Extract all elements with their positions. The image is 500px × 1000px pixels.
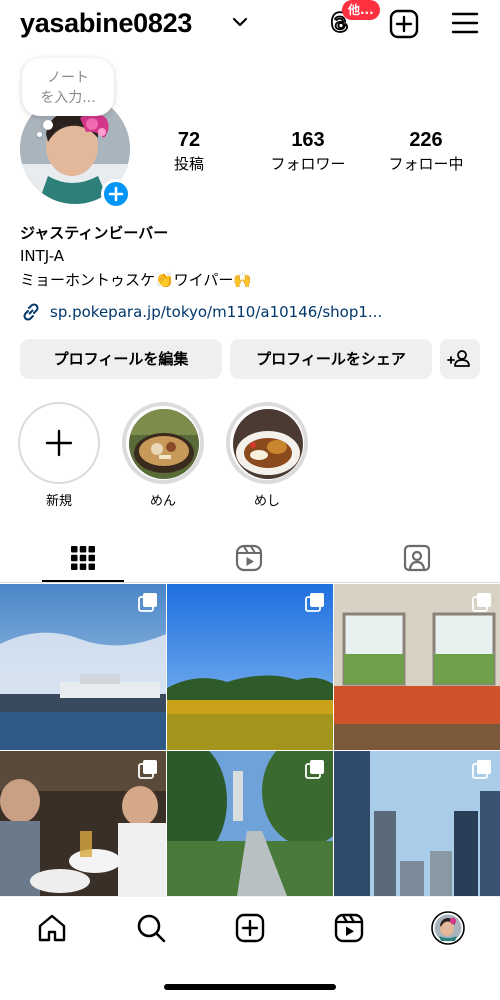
chevron-down-icon[interactable] (232, 14, 248, 30)
note-bubble-tail (43, 120, 53, 130)
profile-avatar (431, 911, 465, 945)
bottom-navigation (0, 896, 500, 958)
add-person-icon (447, 350, 470, 367)
create-icon (235, 913, 265, 943)
grid-icon (71, 546, 95, 570)
multiple-posts-icon (138, 760, 157, 779)
stat-posts[interactable]: 72 投稿 (139, 128, 239, 175)
multiple-posts-icon (138, 593, 157, 612)
stat-following-count: 226 (409, 129, 443, 151)
tab-tagged[interactable] (376, 533, 458, 583)
search-icon (137, 914, 166, 943)
bio-link-text[interactable]: sp.pokepara.jp/tokyo/m110/a10146/shop1..… (50, 303, 382, 321)
bio-text-line2: ミョーホントゥスケ👏ワイパー🙌 (20, 271, 253, 289)
link-icon (23, 303, 39, 321)
highlight-meshi[interactable]: めし (226, 402, 308, 509)
post-thumbnail[interactable] (167, 584, 333, 750)
stat-followers[interactable]: 163 フォロワー (258, 128, 358, 175)
create-icon[interactable] (389, 9, 419, 39)
highlight-new[interactable]: 新規 (18, 402, 100, 509)
add-story-button[interactable] (101, 179, 131, 209)
home-indicator[interactable] (164, 984, 336, 990)
profile-header: yasabine0823 他... (0, 0, 500, 50)
profile-tabs (0, 533, 500, 583)
tagged-icon (403, 544, 431, 572)
plus-icon (45, 429, 73, 457)
bio-text-line1: INTJ-A (20, 247, 65, 265)
edit-profile-button[interactable]: プロフィールを編集 (20, 339, 222, 379)
username-title[interactable]: yasabine0823 (20, 8, 192, 39)
active-tab-indicator (42, 580, 124, 582)
stat-posts-label: 投稿 (173, 155, 204, 173)
nav-create[interactable] (233, 911, 267, 945)
highlight-new-label: 新規 (45, 494, 72, 509)
reels-icon (334, 913, 364, 943)
highlight-meshi-label: めし (253, 494, 280, 509)
highlight-meshi-thumbnail (233, 409, 303, 479)
tab-reels[interactable] (208, 533, 290, 583)
share-profile-button[interactable]: プロフィールをシェア (230, 339, 432, 379)
posts-grid (0, 584, 500, 896)
discover-people-button[interactable] (440, 339, 480, 379)
post-thumbnail[interactable] (334, 584, 500, 750)
home-icon (38, 914, 66, 942)
plus-icon (108, 186, 124, 202)
stat-followers-label: フォロワー (270, 155, 346, 173)
multiple-posts-icon (472, 760, 491, 779)
note-bubble-tail-small (37, 132, 42, 137)
nav-profile[interactable] (431, 911, 465, 945)
menu-icon[interactable] (451, 11, 479, 35)
multiple-posts-icon (472, 593, 491, 612)
post-thumbnail[interactable] (0, 584, 166, 750)
highlight-men-thumbnail (129, 409, 199, 479)
stat-followers-count: 163 (291, 129, 325, 151)
multiple-posts-icon (305, 593, 324, 612)
post-thumbnail[interactable] (167, 751, 333, 896)
stat-following[interactable]: 226 フォロー中 (376, 128, 476, 175)
nav-search[interactable] (134, 911, 168, 945)
post-thumbnail[interactable] (334, 751, 500, 896)
profile-display-name: ジャスティンビーバー (20, 224, 169, 242)
multiple-posts-icon (305, 760, 324, 779)
threads-notification-badge[interactable]: 他... (342, 0, 380, 20)
nav-home[interactable] (35, 911, 69, 945)
note-input-bubble[interactable]: ノート を入力... (22, 58, 114, 116)
bio-link[interactable]: sp.pokepara.jp/tokyo/m110/a10146/shop1..… (20, 301, 382, 323)
note-placeholder-line1: ノート (47, 70, 89, 86)
tab-posts-grid[interactable] (42, 533, 124, 583)
highlight-men-label: めん (149, 494, 176, 509)
note-placeholder-line2: を入力... (40, 90, 96, 106)
stat-posts-count: 72 (177, 129, 201, 151)
highlight-men[interactable]: めん (122, 402, 204, 509)
reels-icon (235, 544, 263, 572)
stat-following-label: フォロー中 (388, 155, 464, 173)
nav-reels[interactable] (332, 911, 366, 945)
post-thumbnail[interactable] (0, 751, 166, 896)
